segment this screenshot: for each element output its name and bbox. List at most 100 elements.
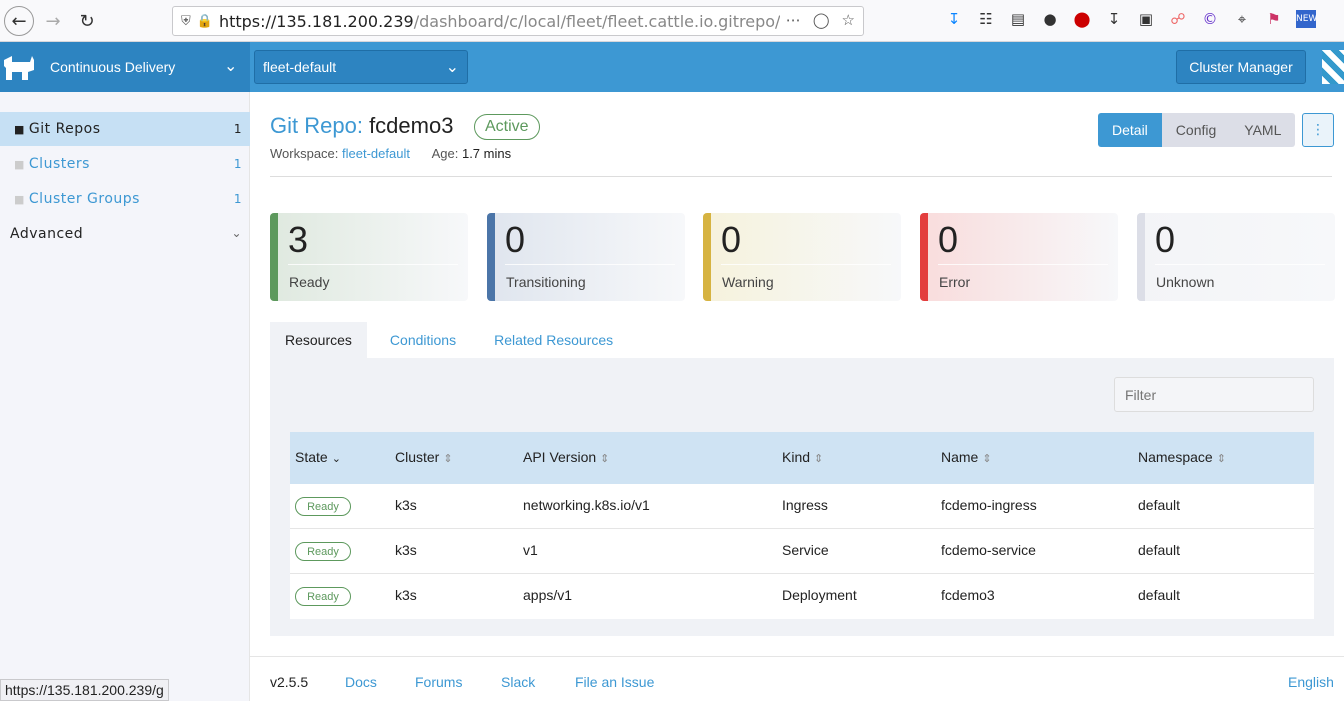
config-view-button[interactable]: Config [1161,113,1231,147]
cell-cluster: k3s [395,587,417,603]
shield-icon: ⛨ [181,13,191,29]
yaml-view-button[interactable]: YAML [1230,113,1296,147]
column-header-namespace[interactable]: Namespace ⇕ [1138,449,1226,465]
account-icon[interactable]: ● [1040,10,1060,28]
stat-card-unknown: 0 Unknown [1137,213,1335,301]
file-issue-link[interactable]: File an Issue [575,674,654,690]
stat-card-transitioning: 0 Transitioning [487,213,685,301]
extension-link-icon[interactable]: ☍ [1168,10,1188,28]
column-header-cluster[interactable]: Cluster ⇕ [395,449,453,465]
reload-button[interactable]: ↻ [72,6,102,36]
copyright-icon[interactable]: © [1200,10,1220,28]
cell-name: fcdemo3 [941,587,995,603]
stat-value: 3 [288,219,309,260]
download-icon[interactable]: ↧ [944,10,964,28]
stat-label: Transitioning [506,274,586,290]
sidebar-item-git-repos[interactable]: ■ Git Repos 1 [0,112,250,146]
sidebar-icon[interactable]: ▤ [1008,10,1028,28]
stat-divider [505,264,675,265]
more-actions-button[interactable]: ⋮ [1302,113,1334,147]
user-avatar[interactable] [1322,50,1344,84]
library-icon[interactable]: ☷ [976,10,996,28]
pocket-icon[interactable]: ◯ [813,11,830,29]
cell-kind: Ingress [782,497,828,513]
resources-table: State ⌄ Cluster ⇕ API Version ⇕ Kind ⇕ Name ⇕… [290,432,1314,619]
footer: v2.5.5 Docs Forums Slack File an Issue E… [250,656,1344,701]
rancher-logo-icon [4,56,34,80]
new-extension-icon[interactable]: NEW [1296,10,1317,28]
page-title-prefix[interactable]: Git Repo: [270,113,363,138]
detail-view-button[interactable]: Detail [1098,113,1162,147]
cell-name: fcdemo-ingress [941,497,1037,513]
workspace-link[interactable]: fleet-default [342,146,410,161]
bookmark-star-icon[interactable]: ☆ [842,11,855,29]
view-toggle: Detail Config YAML [1098,113,1296,147]
tab-resources[interactable]: Resources [270,322,367,358]
stat-card-error: 0 Error [920,213,1118,301]
address-bar[interactable]: ⛨ 🔒 https://135.181.200.239/dashboard/c/… [172,6,864,36]
product-switcher[interactable]: Continuous Delivery ⌄ [0,42,250,92]
stat-color-bar [1137,213,1145,301]
download-manager-icon[interactable]: ↧ [1104,10,1124,28]
stat-label: Warning [722,274,774,290]
back-button[interactable]: ← [4,6,34,36]
chevron-down-icon: ⌄ [445,59,459,76]
page-title: Git Repo: fcdemo3 [270,113,453,139]
forums-link[interactable]: Forums [415,674,462,690]
sidebar: ■ Git Repos 1 ■ Clusters 1 ■ Cluster Gro… [0,92,250,701]
browser-toolbar: ← → ↻ ⛨ 🔒 https://135.181.200.239/dashbo… [0,0,1344,42]
column-header-state[interactable]: State ⌄ [295,449,341,465]
workspace-select[interactable]: fleet-default ⌄ [254,50,468,84]
stat-label: Error [939,274,971,290]
sidebar-item-clusters[interactable]: ■ Clusters 1 [0,147,250,181]
tab-related-resources[interactable]: Related Resources [479,322,628,358]
url-text: https://135.181.200.239/dashboard/c/loca… [218,11,791,31]
language-selector[interactable]: English [1288,674,1334,690]
folder-icon: ■ [14,157,25,171]
table-row: Ready k3s apps/v1 Deployment fcdemo3 default [290,574,1314,619]
stat-divider [721,264,891,265]
stat-color-bar [703,213,711,301]
cell-name: fcdemo-service [941,542,1036,558]
stat-color-bar [270,213,278,301]
column-header-api-version[interactable]: API Version ⇕ [523,449,609,465]
sidebar-group-advanced[interactable]: Advanced ⌄ [10,226,242,242]
page-actions-icon[interactable]: ⋯ [786,11,801,29]
tab-conditions[interactable]: Conditions [375,322,471,358]
sort-icon: ⇕ [443,453,453,465]
status-bar-url: https://135.181.200.239/g [0,679,169,701]
sort-icon: ⌄ [331,453,341,465]
cell-kind: Service [782,542,829,558]
pride-flag-icon[interactable]: ⚑ [1264,10,1284,28]
status-badge: Active [474,114,540,140]
cluster-manager-button[interactable]: Cluster Manager [1176,50,1306,84]
slack-link[interactable]: Slack [501,674,535,690]
stat-color-bar [920,213,928,301]
sidebar-item-cluster-groups[interactable]: ■ Cluster Groups 1 [0,182,250,216]
lock-warning-icon[interactable]: 🔒 [197,14,213,29]
docs-link[interactable]: Docs [345,674,377,690]
folder-icon: ■ [14,122,25,136]
stat-value: 0 [1155,219,1176,260]
state-badge: Ready [295,542,351,561]
cell-cluster: k3s [395,497,417,513]
column-header-kind[interactable]: Kind ⇕ [782,449,823,465]
filter-input[interactable] [1114,377,1314,412]
header-divider [270,176,1332,177]
folder-icon: ■ [14,192,25,206]
column-header-name[interactable]: Name ⇕ [941,449,992,465]
stat-label: Ready [289,274,330,290]
stat-divider [938,264,1108,265]
forward-button[interactable]: → [38,6,68,36]
cell-namespace: default [1138,497,1181,513]
sort-icon: ⇕ [982,453,992,465]
adblock-icon[interactable]: ⬤ [1072,10,1092,28]
stat-divider [288,264,458,265]
crop-icon[interactable]: ⌖ [1232,10,1252,28]
stat-card-ready: 3 Ready [270,213,468,301]
cell-api: v1 [523,542,538,558]
cell-namespace: default [1138,587,1181,603]
version-label: v2.5.5 [270,674,309,690]
screenshot-icon[interactable]: ▣ [1136,10,1156,28]
cell-cluster: k3s [395,542,417,558]
